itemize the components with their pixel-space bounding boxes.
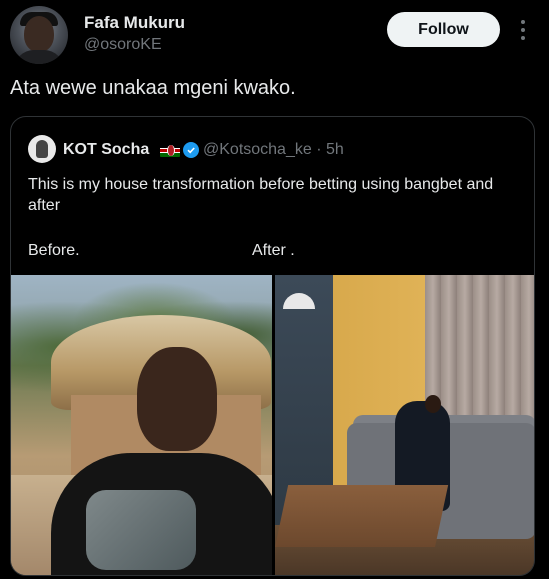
tweet-header: Fafa Mukuru @osoroKE Follow bbox=[10, 4, 539, 66]
author-name[interactable]: Fafa Mukuru bbox=[84, 13, 185, 33]
quoted-author-name[interactable]: KOT Socha bbox=[63, 141, 149, 159]
kenya-flag-icon bbox=[160, 144, 180, 157]
before-label: Before. bbox=[28, 242, 80, 259]
verified-icon bbox=[183, 142, 199, 158]
quoted-tweet-text: This is my house transformation before b… bbox=[28, 176, 494, 214]
quoted-handle-time[interactable]: @Kotsocha_ke · 5h bbox=[203, 141, 344, 159]
after-label: After . bbox=[252, 242, 295, 259]
author-handle[interactable]: @osoroKE bbox=[84, 36, 162, 54]
follow-button[interactable]: Follow bbox=[387, 12, 500, 47]
quoted-tweet[interactable]: KOT Socha @Kotsocha_ke · 5h This is my h… bbox=[10, 116, 535, 576]
after-photo[interactable] bbox=[275, 275, 534, 575]
before-photo[interactable] bbox=[11, 275, 272, 575]
author-avatar[interactable] bbox=[10, 6, 68, 64]
more-icon[interactable] bbox=[516, 16, 530, 44]
tweet-text: Ata wewe unakaa mgeni kwako. bbox=[10, 77, 296, 99]
quoted-author-avatar[interactable] bbox=[28, 135, 56, 163]
